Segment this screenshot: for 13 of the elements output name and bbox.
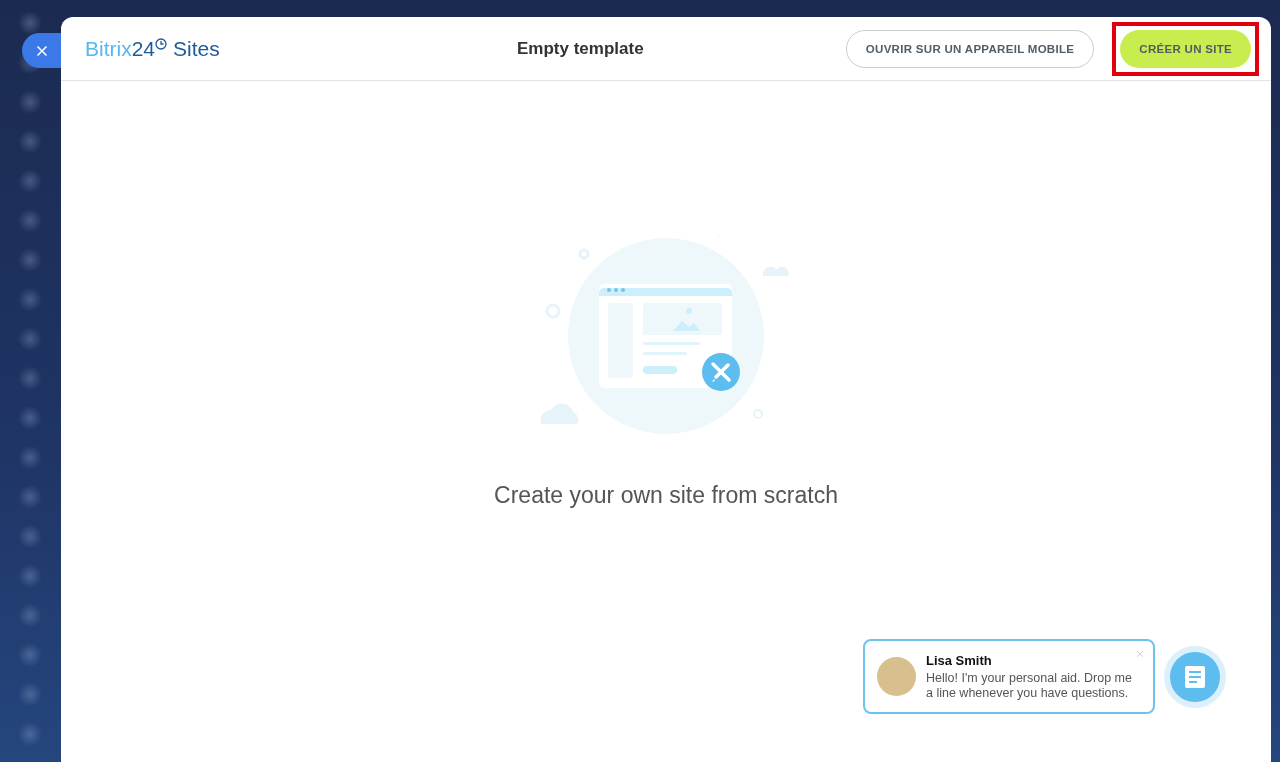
- empty-state-caption: Create your own site from scratch: [494, 482, 838, 509]
- create-site-button[interactable]: CRÉER UN SITE: [1120, 29, 1251, 68]
- assistant-name: Lisa Smith: [926, 652, 993, 668]
- panel-title: Empty template: [516, 38, 645, 59]
- clock-icon: [155, 38, 168, 50]
- logo-product: Sites: [173, 36, 220, 61]
- close-button[interactable]: [22, 33, 61, 68]
- open-mobile-button[interactable]: OUVRIR SUR UN APPAREIL MOBILE: [845, 29, 1095, 68]
- logo-wordmark: Bitrix24: [85, 36, 156, 61]
- close-icon[interactable]: [1135, 649, 1145, 659]
- assistant-message: Hello! I'm your personal aid. Drop me a line whenever you have questions.: [926, 670, 1133, 701]
- document-icon: [1185, 665, 1205, 688]
- avatar-placeholder: [877, 657, 916, 696]
